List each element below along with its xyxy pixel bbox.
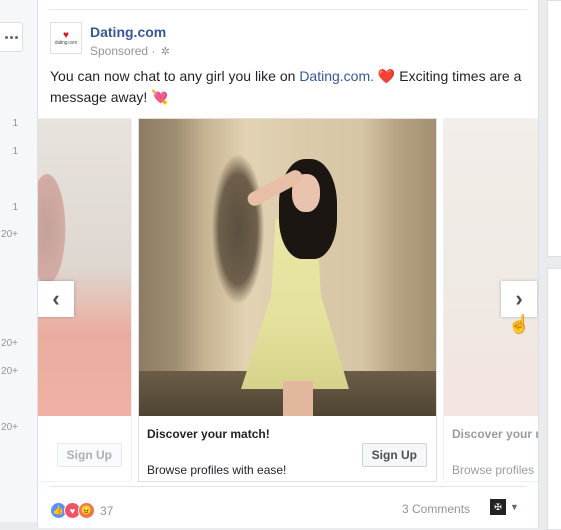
carousel-prev-button[interactable]: ‹ — [38, 281, 74, 317]
sponsored-post: ♥ dating.com Dating.com Sponsored · ✲ Yo… — [37, 0, 539, 528]
right-panel — [547, 0, 561, 257]
card-title: Discover your match! — [147, 427, 270, 441]
sidebar-count: 1 — [12, 118, 18, 129]
divider — [50, 486, 526, 487]
left-gutter — [0, 0, 37, 522]
ad-carousel: Sign Up Discover your match! Browse prof… — [38, 118, 538, 482]
card-title: Discover your m — [452, 427, 538, 441]
carousel-next-button[interactable]: › — [501, 281, 537, 317]
card-photo[interactable] — [38, 119, 131, 416]
statue-shape — [203, 119, 273, 339]
viewer-selector[interactable]: ✠ ▼ — [490, 499, 519, 515]
post-text-part: You can now chat to any girl you like on — [50, 68, 300, 84]
hand-cursor-icon: ☝ — [508, 314, 531, 334]
reaction-count: 37 — [100, 503, 114, 518]
card-photo[interactable] — [444, 119, 538, 416]
post-link[interactable]: Dating.com. — [299, 68, 374, 84]
chevron-right-icon: › — [515, 286, 523, 311]
sign-up-button[interactable]: Sign Up — [56, 443, 122, 467]
right-panel — [547, 268, 561, 530]
sidebar-count: 20+ — [1, 366, 18, 377]
sidebar-count: 20+ — [1, 338, 18, 349]
legs-shape — [283, 381, 313, 416]
sign-up-button[interactable]: Sign Up — [361, 443, 427, 467]
gear-icon: ✲ — [160, 46, 170, 58]
sidebar-count: 1 — [12, 202, 18, 213]
card-description: Browse profiles with ease! — [147, 463, 287, 477]
card-photo[interactable] — [139, 119, 436, 416]
arrow-heart-emoji: 💘 — [151, 89, 169, 105]
caret-down-icon: ▼ — [510, 502, 519, 512]
post-message: You can now chat to any girl you like on… — [50, 66, 530, 108]
angry-icon: 😠 — [78, 502, 95, 519]
heart-emoji: ❤️ — [377, 68, 396, 84]
sponsored-label[interactable]: Sponsored · ✲ — [90, 44, 170, 58]
divider — [50, 9, 526, 10]
dot-icon — [9, 35, 13, 39]
reactions-summary[interactable]: 👍 ♥ 😠 37 — [50, 502, 113, 519]
more-options-button[interactable] — [0, 22, 23, 52]
page-name-link[interactable]: Dating.com — [90, 24, 166, 40]
card-description: Browse profiles — [452, 463, 535, 477]
comments-link[interactable]: 3 Comments — [402, 502, 470, 516]
sidebar-count: 1 — [12, 146, 18, 157]
page-avatar[interactable]: ♥ dating.com — [50, 22, 82, 54]
dot-icon — [4, 35, 8, 39]
dot-icon — [14, 35, 18, 39]
sidebar-count: 20+ — [1, 229, 18, 240]
carousel-card[interactable]: Discover your match! Browse profiles wit… — [138, 118, 437, 482]
sidebar-count: 20+ — [1, 422, 18, 433]
chevron-left-icon: ‹ — [52, 286, 60, 311]
sponsored-text: Sponsored · — [90, 44, 156, 58]
heart-logo-icon: ♥ — [63, 29, 69, 41]
avatar-logo-text: dating.com — [54, 39, 78, 46]
viewer-avatar: ✠ — [490, 499, 506, 515]
